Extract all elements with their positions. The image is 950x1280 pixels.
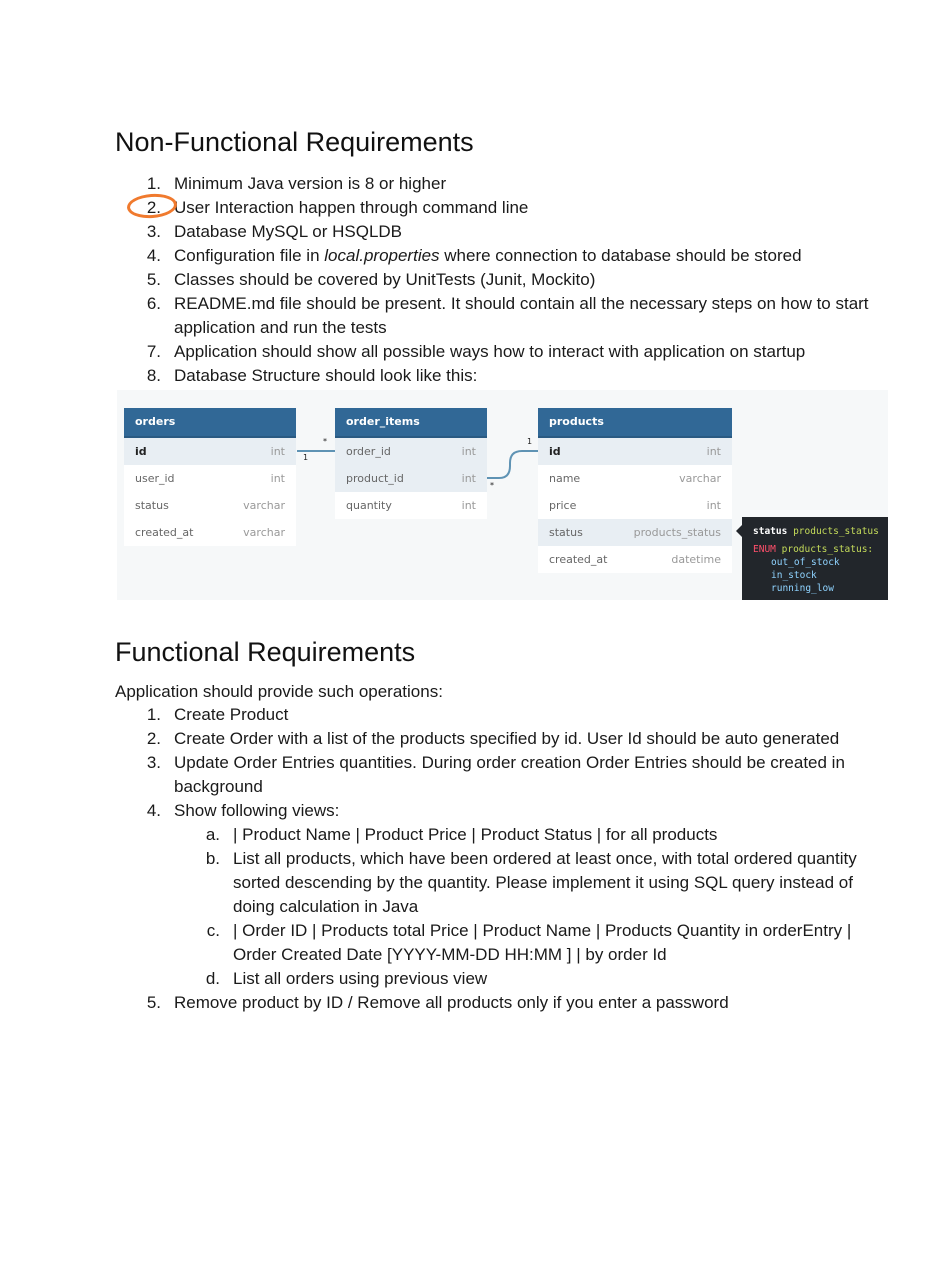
functional-list: 1. Create Product 2. Create Order with a l… (115, 703, 890, 1015)
list-item: 1. Minimum Java version is 8 or higher (146, 174, 447, 193)
list-item: 1. Create Product (146, 705, 289, 724)
list-item: 3. Update Order Entries quantities. Durin… (146, 753, 845, 796)
list-item: 8. Database Structure should look like th… (146, 366, 478, 385)
list-item: 2. User Interaction happen through comman… (146, 198, 529, 217)
relation-many-label: * (490, 481, 494, 490)
list-item: 5. Remove product by ID / Remove all prod… (146, 993, 729, 1012)
nonfunctional-heading: Non-Functional Requirements (115, 127, 474, 157)
sublist-item: b. List all products, which have been ord… (205, 849, 857, 916)
table-column: quantity int (335, 492, 487, 519)
table-column: created_at datetime (538, 546, 732, 573)
sublist-item: d. List all orders using previous view (205, 969, 488, 988)
config-filename: local.properties (324, 246, 440, 265)
table-orders: orders id int user_id int status varchar cr… (124, 408, 296, 546)
list-item: 6. README.md file should be present. It s… (146, 294, 869, 337)
list-item: 4. Show following views: a. | Product Name… (115, 799, 890, 991)
functional-heading: Functional Requirements (115, 637, 416, 667)
list-item: 4. Configuration file in local.properties… (146, 246, 802, 265)
sublist-item: a. | Product Name | Product Price | Produ… (205, 825, 718, 844)
relation-one-label: 1 (527, 437, 533, 446)
table-header: products (538, 408, 732, 438)
enum-tooltip: status products_status ENUM products_sta… (742, 517, 888, 600)
list-item: 5. Classes should be covered by UnitTests… (146, 270, 596, 289)
views-sublist: a. | Product Name | Product Price | Produ… (174, 823, 890, 991)
table-header: order_items (335, 408, 487, 438)
table-column: status varchar (124, 492, 296, 519)
table-column: user_id int (124, 465, 296, 492)
table-column: status products_status (538, 519, 732, 546)
relation-one-label: 1 (303, 453, 309, 462)
table-order-items: order_items order_id int product_id int qu… (335, 408, 487, 519)
table-column: product_id int (335, 465, 487, 492)
sublist-item: c. | Order ID | Products total Price | Pr… (206, 921, 852, 964)
list-item: 2. Create Order with a list of the produc… (146, 729, 840, 748)
table-column: created_at varchar (124, 519, 296, 546)
database-diagram: 1 * 1 * orders id int user_id int status va… (117, 390, 888, 600)
functional-intro: Application should provide such operatio… (115, 682, 443, 701)
table-column: price int (538, 492, 732, 519)
relation-line-order-items-products (487, 450, 538, 479)
document-page: Non-Functional Requirements 1. Minimum Ja… (0, 0, 950, 1280)
table-products: products id int name varchar price int stat… (538, 408, 732, 573)
list-item: 7. Application should show all possible w… (146, 342, 806, 361)
table-column: order_id int (335, 438, 487, 465)
list-item: 3. Database MySQL or HSQLDB (146, 222, 403, 241)
table-column: name varchar (538, 465, 732, 492)
table-column: id int (124, 438, 296, 465)
table-header: orders (124, 408, 296, 438)
relation-many-label: * (323, 437, 327, 446)
nonfunctional-list: 1. Minimum Java version is 8 or higher 2.… (115, 172, 885, 388)
table-column: id int (538, 438, 732, 465)
